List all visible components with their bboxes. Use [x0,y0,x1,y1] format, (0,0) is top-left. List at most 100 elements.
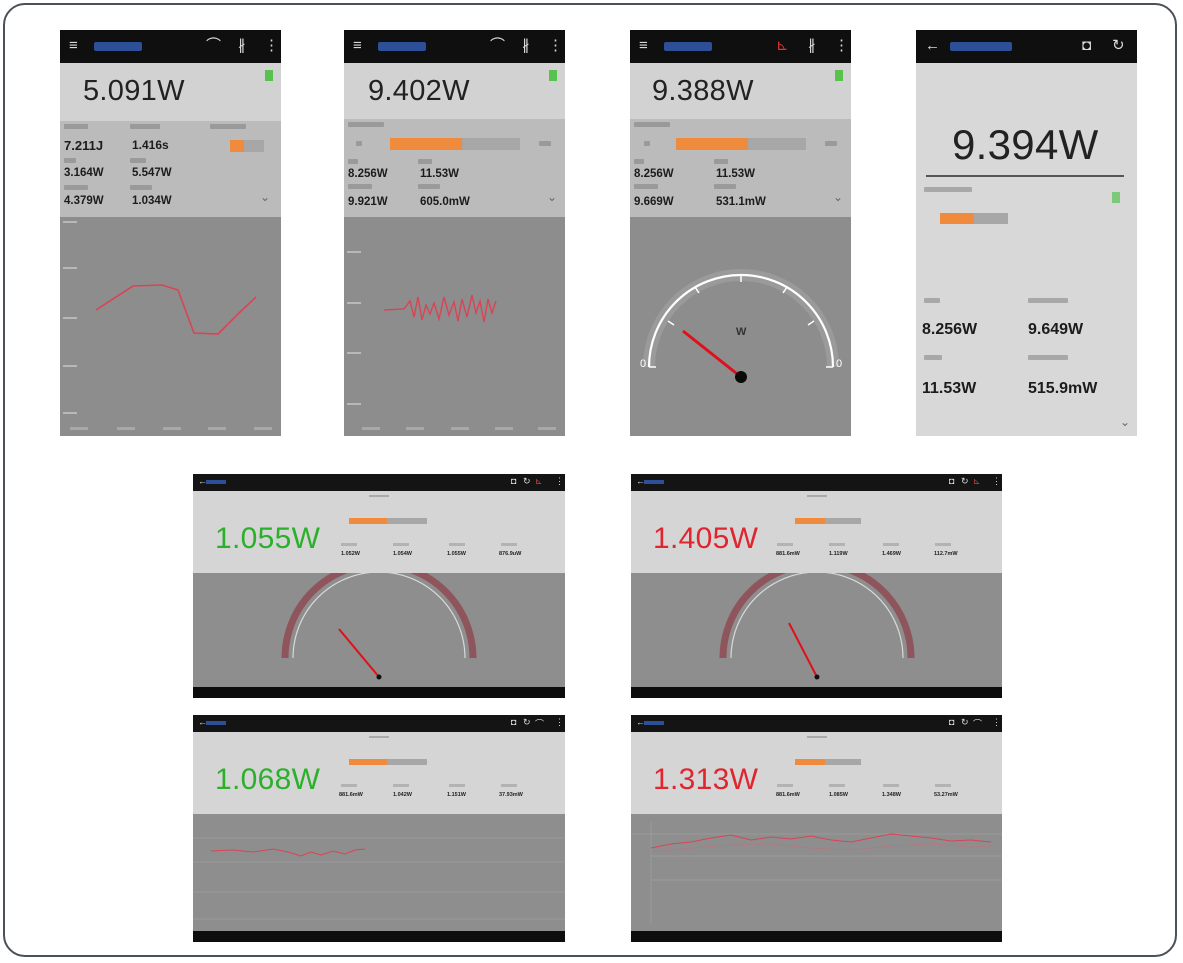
refresh-icon[interactable]: ↻ [523,476,531,487]
reading-panel: 1.055W 1.052W 1.054W 1.055W 876.9uW [193,491,565,573]
stat-max: 5.547W [132,167,172,179]
app-title [206,721,226,725]
phone-screenshot-gauge: ≡ ⊾ ∦ ⋮ 9.388W 8.256W 11.53W 9.669W 531.… [630,30,851,436]
overflow-menu-icon[interactable]: ⋮ [834,37,849,55]
power-reading: 1.055W [215,522,321,555]
stat-label [356,141,362,146]
gauge-icon[interactable]: ⌒ [973,717,982,730]
refresh-icon[interactable]: ↻ [523,717,531,728]
chart-icon[interactable]: ⊾ [535,476,543,487]
overflow-menu-icon[interactable]: ⋮ [992,476,1001,487]
stat-average: 1.085W [829,792,848,798]
app-title [378,42,426,51]
chart-icon[interactable]: ⊾ [973,476,981,487]
hamburger-menu-icon[interactable]: ≡ [69,37,78,55]
flag-icon[interactable] [1112,192,1120,203]
stat-label [501,543,517,546]
stat-label [210,124,246,129]
stat-label [130,158,146,163]
system-bar [193,931,565,942]
flag-icon[interactable] [549,70,557,81]
app-toolbar: ← ◘ ↻ ⌒ ⋮ [193,715,565,732]
camera-icon[interactable]: ◘ [949,476,954,486]
panel-title [369,736,389,738]
refresh-icon[interactable]: ↻ [1112,37,1125,55]
stat-label [829,784,845,787]
power-reading: 9.402W [368,75,470,107]
stat-label [714,159,728,164]
chart-icon[interactable]: ⊾ [776,37,789,55]
stat-energy: 7.211J [64,138,104,153]
progress-bar-fill [795,518,825,524]
panel-title [807,736,827,738]
stat-label [883,784,899,787]
power-reading: 5.091W [83,75,185,107]
x-tick [117,427,135,430]
panel-title [807,495,827,497]
power-reading-large: 9.394W [952,121,1099,168]
power-trace [383,294,497,323]
stat-std-dev: 876.9uW [499,551,522,557]
power-reading: 1.313W [653,763,759,796]
stat-min: 8.256W [348,168,388,180]
flag-icon[interactable] [835,70,843,81]
x-tick [70,427,88,430]
progress-bar-fill [230,140,244,152]
chevron-down-icon[interactable]: ⌄ [833,191,843,203]
overflow-menu-icon[interactable]: ⋮ [548,37,563,55]
gauge-max-label: 0 [836,358,842,370]
overflow-menu-icon[interactable]: ⋮ [555,476,564,487]
back-arrow-icon[interactable]: ← [925,37,940,55]
stat-label [348,159,358,164]
camera-icon[interactable]: ◘ [511,476,516,486]
chevron-down-icon[interactable]: ⌄ [260,191,270,203]
power-reading: 1.405W [653,522,759,555]
stat-std-dev: 53.27mW [934,792,958,798]
gauge-pivot [735,371,747,383]
bluetooth-icon[interactable]: ∦ [808,37,816,55]
app-toolbar: ≡ ⌒ ∦ ⋮ [344,30,565,63]
overflow-menu-icon[interactable]: ⋮ [264,37,279,55]
overflow-menu-icon[interactable]: ⋮ [555,717,564,728]
refresh-icon[interactable]: ↻ [961,717,969,728]
flag-icon[interactable] [265,70,273,81]
app-toolbar: ≡ ⊾ ∦ ⋮ [630,30,851,63]
x-tick [362,427,380,430]
camera-icon[interactable]: ◘ [1082,37,1091,55]
stat-label [777,784,793,787]
stat-label [348,184,372,189]
stat-average: 9.669W [634,196,674,208]
hamburger-menu-icon[interactable]: ≡ [639,37,648,55]
stat-label [418,184,440,189]
chevron-down-icon[interactable]: ⌄ [1120,416,1130,428]
gauge-needle [788,622,818,678]
hamburger-menu-icon[interactable]: ≡ [353,37,362,55]
stat-label [935,543,951,546]
tablet-screenshot-gauge: ← ◘ ↻ ⊾ ⋮ 1.405W 881.6mW 1.119W 1.469W 1… [631,474,1002,698]
camera-icon[interactable]: ◘ [949,717,954,727]
gauge-icon[interactable]: ⌒ [490,37,505,55]
stat-label [348,122,384,127]
stat-average: 1.054W [393,551,412,557]
app-toolbar: ← ◘ ↻ ⌒ ⋮ [631,715,1002,732]
stat-std-dev: 37.93mW [499,792,523,798]
chevron-down-icon[interactable]: ⌄ [547,191,557,203]
bluetooth-icon[interactable]: ∦ [522,37,530,55]
app-title [664,42,712,51]
stat-label [64,158,76,163]
stat-label [825,141,837,146]
power-trace [95,284,257,335]
gauge-icon[interactable]: ⌒ [206,37,221,55]
phone-screenshot-display: ← ◘ ↻ 9.394W 8.256W 9.649W 11.53W 515.9m… [916,30,1137,436]
camera-icon[interactable]: ◘ [511,717,516,727]
stat-min: 881.6mW [776,551,800,557]
bluetooth-icon[interactable]: ∦ [238,37,246,55]
gauge-icon[interactable]: ⌒ [535,717,544,730]
gauge-area: 0 0 W [630,217,851,436]
stat-max: 1.151W [447,792,466,798]
overflow-menu-icon[interactable]: ⋮ [992,717,1001,728]
progress-bar-track [825,518,861,524]
app-toolbar: ← ◘ ↻ ⊾ ⋮ [193,474,565,491]
refresh-icon[interactable]: ↻ [961,476,969,487]
stat-label [64,124,88,129]
